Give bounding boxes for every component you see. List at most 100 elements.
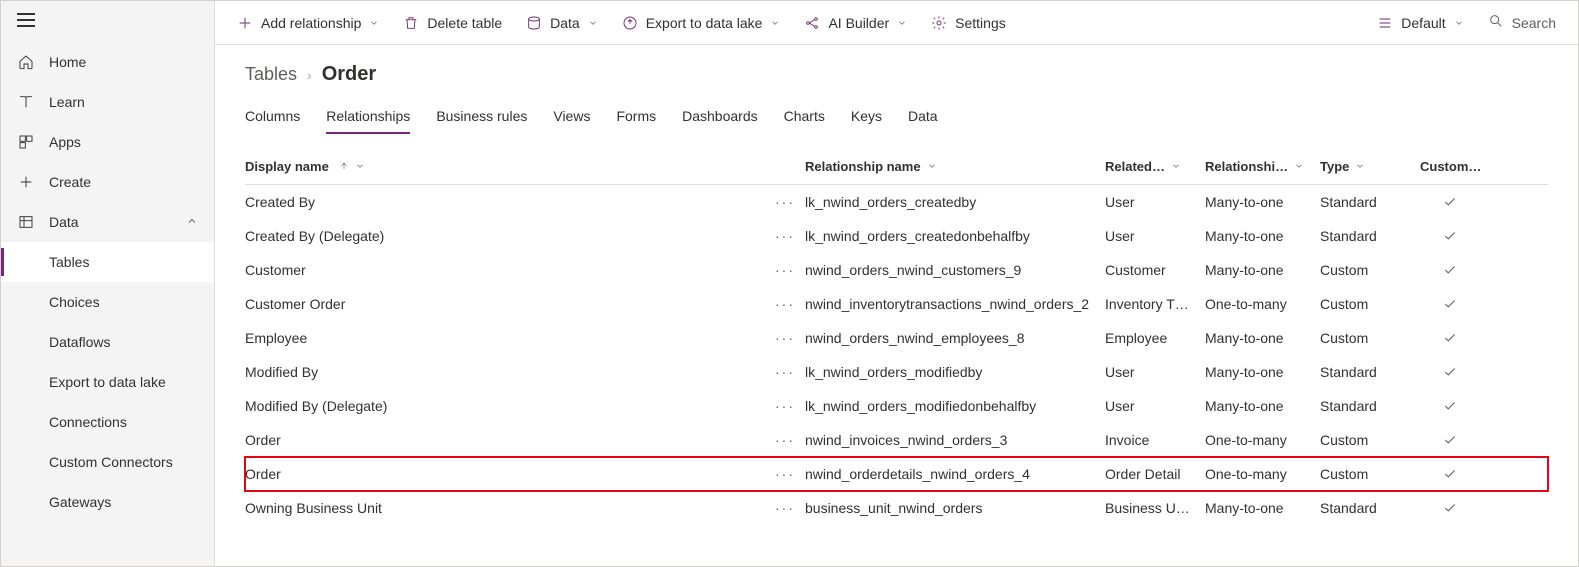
cell-related: User (1105, 228, 1205, 244)
check-icon (1420, 195, 1480, 209)
data-grid-icon (17, 214, 35, 230)
table-row[interactable]: Employee ··· nwind_orders_nwind_employee… (245, 321, 1548, 355)
tab-forms[interactable]: Forms (616, 100, 656, 134)
sidebar-item-label: Choices (49, 294, 100, 310)
sidebar-item-choices[interactable]: Choices (1, 282, 214, 322)
table-row[interactable]: Owning Business Unit ··· business_unit_n… (245, 491, 1548, 525)
tab-relationships[interactable]: Relationships (326, 100, 410, 134)
data-button[interactable]: Data (516, 1, 608, 44)
sidebar-item-dataflows[interactable]: Dataflows (1, 322, 214, 362)
row-more-button[interactable]: ··· (765, 466, 805, 482)
command-bar: Add relationship Delete table Data Expor… (215, 1, 1578, 45)
row-more-button[interactable]: ··· (765, 432, 805, 448)
row-more-button[interactable]: ··· (765, 194, 805, 210)
chevron-down-icon (770, 15, 780, 31)
sidebar-item-create[interactable]: Create (1, 162, 214, 202)
search-button[interactable]: Search (1478, 13, 1566, 32)
cell-type: Custom (1320, 466, 1420, 482)
view-default-button[interactable]: Default (1367, 1, 1473, 44)
breadcrumb-parent[interactable]: Tables (245, 64, 297, 85)
row-more-button[interactable]: ··· (765, 364, 805, 380)
col-label: Relationship name (805, 159, 921, 174)
add-relationship-button[interactable]: Add relationship (227, 1, 389, 44)
cell-related: Business U… (1105, 500, 1205, 516)
database-icon (526, 15, 542, 31)
row-more-button[interactable]: ··· (765, 228, 805, 244)
sidebar-item-data[interactable]: Data (1, 202, 214, 242)
col-label: Relationshi… (1205, 159, 1288, 174)
sidebar-item-custom-connectors[interactable]: Custom Connectors (1, 442, 214, 482)
tab-columns[interactable]: Columns (245, 100, 300, 134)
tab-label: Dashboards (682, 108, 758, 124)
tab-charts[interactable]: Charts (784, 100, 825, 134)
col-label: Display name (245, 159, 329, 174)
sidebar-item-home[interactable]: Home (1, 42, 214, 82)
ai-builder-button[interactable]: AI Builder (794, 1, 917, 44)
cell-display-name: Customer Order (245, 296, 765, 312)
col-label: Related… (1105, 159, 1165, 174)
tab-label: Data (908, 108, 938, 124)
col-related[interactable]: Related… (1105, 159, 1205, 174)
cell-display-name: Created By (Delegate) (245, 228, 765, 244)
col-display-name[interactable]: Display name (245, 159, 765, 174)
sidebar-item-tables[interactable]: Tables (1, 242, 214, 282)
cell-related: Inventory T… (1105, 296, 1205, 312)
sidebar-item-label: Custom Connectors (49, 454, 173, 470)
row-more-button[interactable]: ··· (765, 330, 805, 346)
table-row[interactable]: Order ··· nwind_invoices_nwind_orders_3 … (245, 423, 1548, 457)
export-data-lake-button[interactable]: Export to data lake (612, 1, 791, 44)
cell-type: Standard (1320, 364, 1420, 380)
export-icon (622, 15, 638, 31)
col-customizable[interactable]: Custom… (1420, 159, 1480, 174)
sidebar-item-learn[interactable]: Learn (1, 82, 214, 122)
table-row[interactable]: Order ··· nwind_orderdetails_nwind_order… (245, 457, 1548, 491)
hamburger-icon[interactable] (17, 13, 35, 27)
table-row[interactable]: Modified By (Delegate) ··· lk_nwind_orde… (245, 389, 1548, 423)
sidebar-item-label: Home (49, 54, 86, 70)
chevron-down-icon (897, 15, 907, 31)
col-type[interactable]: Type (1320, 159, 1420, 174)
table-row[interactable]: Created By (Delegate) ··· lk_nwind_order… (245, 219, 1548, 253)
row-more-button[interactable]: ··· (765, 296, 805, 312)
cell-relationship-name: lk_nwind_orders_modifiedonbehalfby (805, 398, 1105, 414)
cell-relationship-type: Many-to-one (1205, 262, 1320, 278)
table-row[interactable]: Customer Order ··· nwind_inventorytransa… (245, 287, 1548, 321)
row-more-button[interactable]: ··· (765, 262, 805, 278)
settings-button[interactable]: Settings (921, 1, 1016, 44)
tab-business-rules[interactable]: Business rules (436, 100, 527, 134)
grid-header-row: Display name Relationship name Related… … (245, 149, 1548, 185)
table-row[interactable]: Created By ··· lk_nwind_orders_createdby… (245, 185, 1548, 219)
row-more-button[interactable]: ··· (765, 398, 805, 414)
cmd-label: Default (1401, 15, 1445, 31)
book-icon (17, 94, 35, 110)
sidebar-item-connections[interactable]: Connections (1, 402, 214, 442)
tab-dashboards[interactable]: Dashboards (682, 100, 758, 134)
ai-icon (804, 15, 820, 31)
tab-keys[interactable]: Keys (851, 100, 882, 134)
cell-relationship-name: lk_nwind_orders_createdby (805, 194, 1105, 210)
cell-relationship-type: Many-to-one (1205, 228, 1320, 244)
sidebar-item-label: Dataflows (49, 334, 110, 350)
col-label: Custom… (1420, 159, 1480, 174)
delete-table-button[interactable]: Delete table (393, 1, 512, 44)
breadcrumb-current: Order (322, 63, 376, 86)
tab-views[interactable]: Views (553, 100, 590, 134)
cell-display-name: Employee (245, 330, 765, 346)
check-icon (1420, 399, 1480, 413)
col-relationship-name[interactable]: Relationship name (805, 159, 1105, 174)
gear-icon (931, 15, 947, 31)
table-row[interactable]: Customer ··· nwind_orders_nwind_customer… (245, 253, 1548, 287)
cell-relationship-type: One-to-many (1205, 296, 1320, 312)
row-more-button[interactable]: ··· (765, 500, 805, 516)
table-row[interactable]: Modified By ··· lk_nwind_orders_modified… (245, 355, 1548, 389)
cell-related: Invoice (1105, 432, 1205, 448)
tab-data[interactable]: Data (908, 100, 938, 134)
cell-relationship-type: Many-to-one (1205, 330, 1320, 346)
sidebar-item-gateways[interactable]: Gateways (1, 482, 214, 522)
check-icon (1420, 433, 1480, 447)
col-relationship-type[interactable]: Relationshi… (1205, 159, 1320, 174)
sidebar-item-label: Apps (49, 134, 81, 150)
cell-relationship-type: Many-to-one (1205, 500, 1320, 516)
sidebar-item-apps[interactable]: Apps (1, 122, 214, 162)
sidebar-item-export-data-lake[interactable]: Export to data lake (1, 362, 214, 402)
